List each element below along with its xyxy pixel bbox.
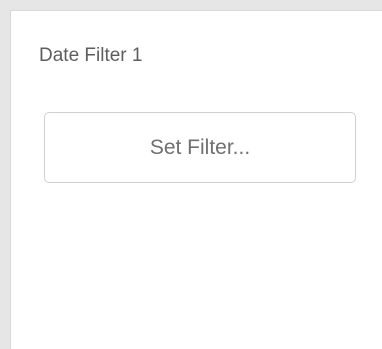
date-filter-panel: Date Filter 1 Set Filter... xyxy=(10,10,382,349)
filter-title: Date Filter 1 xyxy=(39,45,143,66)
set-filter-button-label: Set Filter... xyxy=(149,135,251,159)
set-filter-button[interactable]: Set Filter... xyxy=(44,112,356,183)
